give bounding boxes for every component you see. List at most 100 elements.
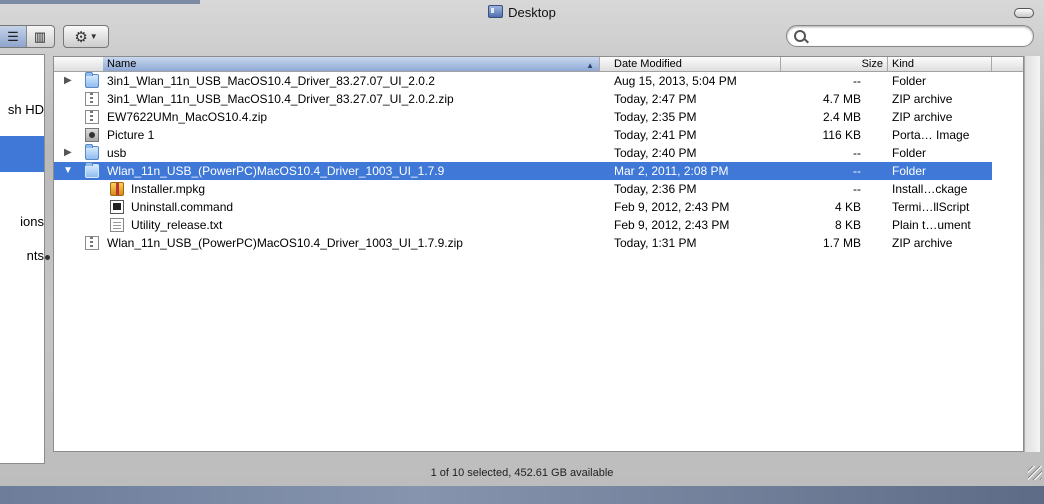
desktop-background-strip — [0, 486, 1044, 504]
file-size: -- — [853, 146, 861, 160]
file-name: Utility_release.txt — [131, 218, 223, 232]
table-row[interactable]: ▶ usb Today, 2:40 PM -- Folder — [54, 144, 992, 162]
title-bar[interactable]: Desktop — [0, 0, 1044, 24]
file-kind: Porta… Image — [892, 128, 970, 142]
column-header-kind[interactable]: Kind — [888, 57, 992, 71]
file-size: 1.7 MB — [822, 236, 861, 250]
folder-icon — [85, 162, 99, 178]
sidebar-item-applications[interactable]: ions — [0, 214, 44, 229]
file-date: Today, 2:36 PM — [614, 182, 697, 196]
view-mode-segmented-control: ☰ ▥ — [0, 25, 55, 48]
terminal-script-icon — [110, 200, 124, 214]
column-header-size[interactable]: Size — [781, 57, 888, 71]
text-document-icon — [110, 218, 124, 232]
file-date: Feb 9, 2012, 2:43 PM — [614, 200, 730, 214]
table-row[interactable]: Picture 1 Today, 2:41 PM 116 KB Porta… I… — [54, 126, 992, 144]
table-row[interactable]: Uninstall.command Feb 9, 2012, 2:43 PM 4… — [54, 198, 992, 216]
file-size: 8 KB — [834, 218, 861, 232]
file-name: 3in1_Wlan_11n_USB_MacOS10.4_Driver_83.27… — [107, 92, 454, 106]
column-header-bar: Name ▲ Date Modified Size Kind — [54, 57, 1023, 72]
sidebar-item-documents[interactable]: nts — [0, 248, 44, 263]
file-date: Today, 2:47 PM — [614, 92, 697, 106]
file-name: EW7622UMn_MacOS10.4.zip — [107, 110, 268, 124]
file-kind: Folder — [892, 74, 927, 88]
file-date: Today, 2:41 PM — [614, 128, 697, 142]
file-kind: Folder — [892, 146, 927, 160]
file-size: 116 KB — [822, 128, 861, 142]
file-size: -- — [853, 182, 861, 196]
sort-ascending-icon: ▲ — [586, 61, 594, 70]
file-kind: Folder — [892, 164, 927, 178]
search-input[interactable] — [809, 28, 1028, 45]
search-icon — [794, 30, 806, 42]
disclosure-triangle-collapsed-icon[interactable]: ▶ — [64, 144, 72, 162]
folder-icon — [85, 144, 99, 160]
table-row[interactable]: Utility_release.txt Feb 9, 2012, 2:43 PM… — [54, 216, 992, 234]
status-text: 1 of 10 selected, 452.61 GB available — [430, 467, 614, 479]
column-view-icon[interactable]: ▥ — [26, 26, 53, 47]
column-header-size-label: Size — [861, 58, 883, 70]
table-row[interactable]: ▶ 3in1_Wlan_11n_USB_MacOS10.4_Driver_83.… — [54, 72, 992, 90]
file-size: 2.4 MB — [822, 110, 861, 124]
disclosure-triangle-collapsed-icon[interactable]: ▶ — [64, 72, 72, 90]
toolbar-toggle-button[interactable] — [1014, 8, 1034, 18]
window-title-text: Desktop — [508, 5, 556, 20]
file-size: 4 KB — [834, 200, 861, 214]
table-row[interactable]: EW7622UMn_MacOS10.4.zip Today, 2:35 PM 2… — [54, 108, 992, 126]
file-name: Picture 1 — [107, 128, 155, 142]
file-date: Today, 2:40 PM — [614, 146, 697, 160]
desktop-folder-icon — [488, 5, 504, 18]
file-date: Today, 1:31 PM — [614, 236, 697, 250]
image-file-icon — [85, 128, 99, 142]
list-view-icon[interactable]: ☰ — [0, 26, 26, 47]
file-date: Today, 2:35 PM — [614, 110, 697, 124]
finder-window: Desktop ☰ ▥ ⚙ ▼ sh HD ions nts Name ▲ Dat… — [0, 0, 1044, 504]
column-header-kind-label: Kind — [892, 58, 915, 70]
file-name: Uninstall.command — [131, 200, 234, 214]
table-row[interactable]: 3in1_Wlan_11n_USB_MacOS10.4_Driver_83.27… — [54, 90, 992, 108]
gear-icon: ⚙ — [74, 28, 88, 46]
file-name: 3in1_Wlan_11n_USB_MacOS10.4_Driver_83.27… — [107, 74, 435, 88]
file-kind: Termi…llScript — [892, 200, 970, 214]
file-name: Wlan_11n_USB_(PowerPC)MacOS10.4_Driver_1… — [107, 236, 463, 250]
file-date: Mar 2, 2011, 2:08 PM — [614, 164, 729, 178]
sidebar-item-selected[interactable] — [0, 136, 44, 172]
file-kind: Plain t…ument — [892, 218, 971, 232]
status-bar: 1 of 10 selected, 452.61 GB available — [0, 462, 1044, 484]
column-header-name-label: Name — [107, 58, 137, 70]
file-name: Installer.mpkg — [131, 182, 206, 196]
zip-file-icon — [85, 236, 99, 250]
file-size: -- — [853, 74, 861, 88]
sidebar-item-label: ions — [20, 214, 44, 229]
sidebar-item-macintosh-hd[interactable]: sh HD — [0, 102, 44, 117]
sidebar-resize-handle[interactable] — [45, 255, 50, 260]
search-field[interactable] — [786, 25, 1034, 47]
file-kind: ZIP archive — [892, 92, 953, 106]
action-menu-button[interactable]: ⚙ ▼ — [63, 25, 109, 48]
sidebar-item-label: sh HD — [7, 102, 44, 117]
sidebar: sh HD ions nts — [0, 54, 45, 464]
column-header-date[interactable]: Date Modified — [610, 57, 781, 71]
table-row[interactable]: Wlan_11n_USB_(PowerPC)MacOS10.4_Driver_1… — [54, 234, 992, 252]
installer-package-icon — [110, 182, 124, 196]
disclosure-triangle-expanded-icon[interactable]: ▼ — [63, 162, 73, 180]
table-row-selected[interactable]: ▼ Wlan_11n_USB_(PowerPC)MacOS10.4_Driver… — [54, 162, 992, 180]
file-name: usb — [107, 146, 127, 160]
file-kind: ZIP archive — [892, 236, 953, 250]
table-row[interactable]: Installer.mpkg Today, 2:36 PM -- Install… — [54, 180, 992, 198]
sidebar-item-label: nts — [26, 248, 44, 263]
chevron-down-icon: ▼ — [89, 32, 98, 41]
window-title: Desktop — [0, 5, 1044, 20]
folder-icon — [85, 72, 99, 88]
file-date: Feb 9, 2012, 2:43 PM — [614, 218, 730, 232]
file-size: 4.7 MB — [822, 92, 861, 106]
zip-file-icon — [85, 110, 99, 124]
file-kind: Install…ckage — [892, 182, 968, 196]
vertical-scrollbar[interactable] — [1024, 56, 1040, 452]
resize-grip-icon[interactable] — [1028, 466, 1042, 480]
zip-file-icon — [85, 92, 99, 106]
column-header-name[interactable]: Name ▲ — [103, 57, 600, 71]
column-header-date-label: Date Modified — [614, 58, 682, 70]
file-date: Aug 15, 2013, 5:04 PM — [614, 74, 737, 88]
file-list: Name ▲ Date Modified Size Kind ▶ 3in1_Wl… — [53, 56, 1024, 452]
